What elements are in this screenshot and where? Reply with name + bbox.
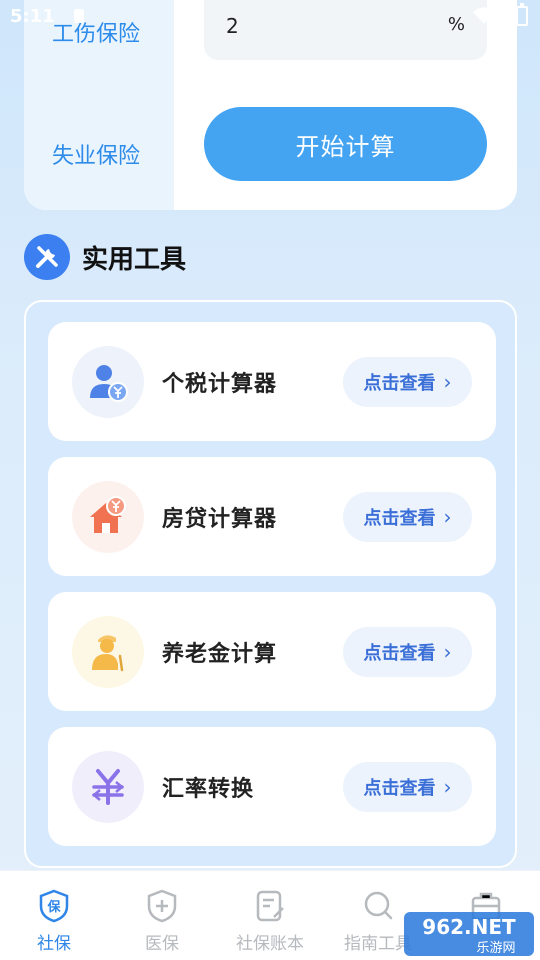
tools-panel: 个税计算器 点击查看 › 房贷计算器 点击查看 › 养老金计算 点击查看 › 汇… — [24, 300, 517, 868]
view-button-label: 点击查看 — [363, 508, 436, 529]
wrench-screwdriver-icon — [24, 234, 70, 280]
house-yuan-icon — [72, 481, 144, 553]
status-time: 5:11 — [10, 6, 55, 27]
tool-name: 汇率转换 — [162, 777, 255, 802]
tool-pension-calculator[interactable]: 养老金计算 点击查看 › — [48, 592, 496, 711]
elderly-person-icon — [72, 616, 144, 688]
tool-name: 个税计算器 — [162, 372, 278, 397]
wifi-icon — [473, 7, 495, 24]
svg-text:962.NET: 962.NET — [422, 915, 516, 939]
tool-name: 养老金计算 — [162, 642, 278, 667]
tool-name: 房贷计算器 — [162, 507, 278, 532]
notebook-icon — [256, 890, 284, 922]
view-button[interactable]: 点击查看 › — [343, 357, 472, 407]
shield-bao-icon: 保 — [39, 889, 69, 923]
svg-text:保: 保 — [46, 899, 61, 915]
view-button[interactable]: 点击查看 › — [343, 762, 472, 812]
nav-social-security[interactable]: 保 社保 — [0, 889, 108, 954]
search-icon — [364, 891, 393, 920]
start-calculation-button[interactable]: 开始计算 — [204, 107, 487, 181]
view-button-label: 点击查看 — [363, 373, 436, 394]
view-button-label: 点击查看 — [363, 778, 436, 799]
view-button-label: 点击查看 — [363, 643, 436, 664]
status-bar: 5:11 — [0, 0, 540, 36]
section-title: 实用工具 — [82, 244, 187, 275]
nav-ledger[interactable]: 社保账本 — [216, 889, 324, 954]
chevron-right-icon: › — [443, 640, 452, 664]
nav-medical-insurance[interactable]: 医保 — [108, 889, 216, 954]
chevron-right-icon: › — [443, 505, 452, 529]
currency-exchange-icon — [72, 751, 144, 823]
unemployment-insurance-label: 失业保险 — [52, 144, 141, 169]
person-yuan-icon — [72, 346, 144, 418]
tool-mortgage-calculator[interactable]: 房贷计算器 点击查看 › — [48, 457, 496, 576]
svg-text:乐游网: 乐游网 — [476, 941, 515, 956]
nav-label: 医保 — [145, 934, 179, 954]
nav-label: 社保 — [37, 934, 71, 954]
sim-icon — [74, 9, 84, 23]
battery-icon — [516, 3, 528, 26]
nav-label: 社保账本 — [236, 934, 304, 954]
view-button[interactable]: 点击查看 › — [343, 627, 472, 677]
tool-income-tax-calculator[interactable]: 个税计算器 点击查看 › — [48, 322, 496, 441]
chevron-right-icon: › — [443, 370, 452, 394]
chevron-right-icon: › — [443, 775, 452, 799]
medical-shield-icon — [147, 889, 177, 923]
nav-label: 指南工具 — [344, 934, 412, 954]
tools-section-header: 实用工具 — [24, 234, 186, 280]
view-button[interactable]: 点击查看 › — [343, 492, 472, 542]
site-watermark-logo: 962.NET 乐游网 — [404, 910, 534, 958]
tool-exchange-rate[interactable]: 汇率转换 点击查看 › — [48, 727, 496, 846]
